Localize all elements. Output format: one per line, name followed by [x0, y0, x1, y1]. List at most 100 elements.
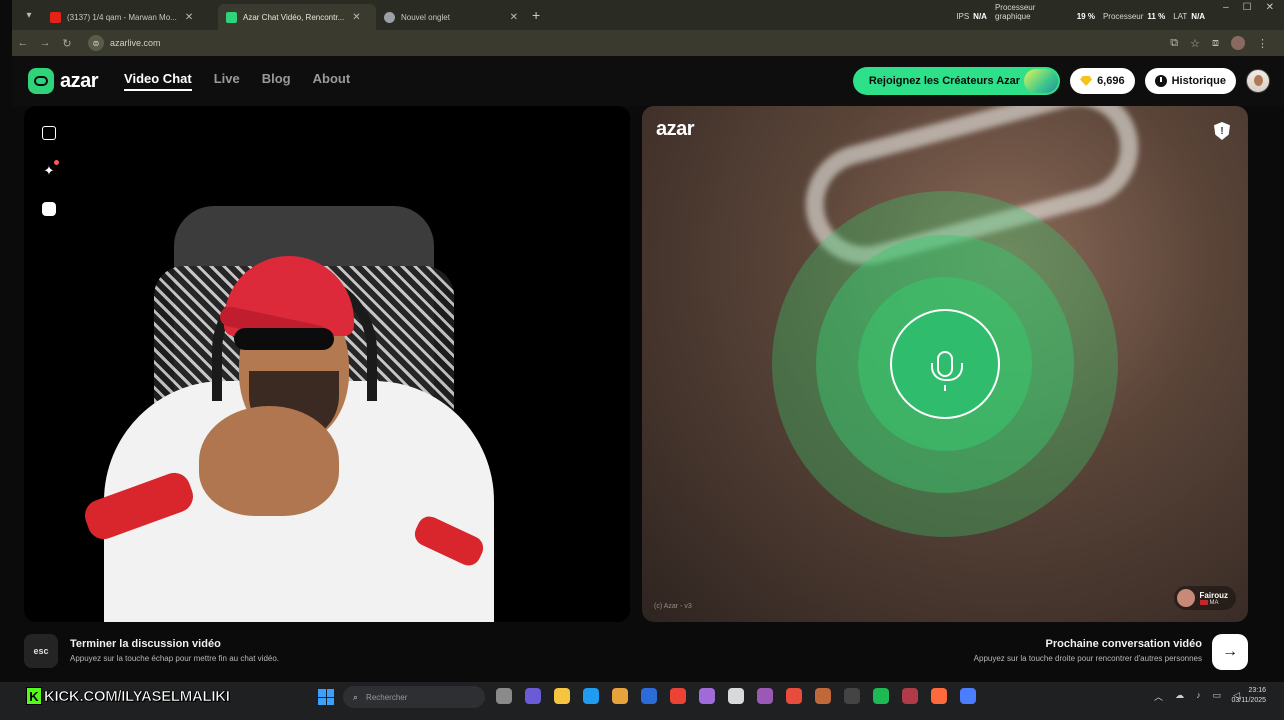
next-chat-button[interactable]: → [1212, 634, 1248, 670]
esc-key-button[interactable]: esc [24, 634, 58, 668]
report-shield-icon[interactable]: ! [1214, 122, 1230, 140]
header-actions: Rejoignez les Créateurs Azar 6,696 Histo… [852, 67, 1270, 95]
nav-live[interactable]: Live [214, 71, 240, 91]
windows-taskbar: K KICK.COM/ILYASELMALIKI ⌕ Rechercher ︿ … [0, 682, 1284, 720]
partner-country: MA [1209, 599, 1219, 606]
taskbar-app-icon[interactable] [757, 688, 773, 704]
taskbar-app-icon[interactable] [612, 688, 628, 704]
taskbar-app-icon[interactable] [815, 688, 831, 704]
main-nav: Video Chat Live Blog About [124, 71, 350, 91]
taskbar-app-icon[interactable] [641, 688, 657, 704]
notification-dot [54, 160, 59, 165]
nav-video-chat[interactable]: Video Chat [124, 71, 192, 91]
history-button[interactable]: Historique [1144, 68, 1236, 94]
microphone-button[interactable] [890, 309, 1000, 419]
user-avatar[interactable] [1246, 69, 1270, 93]
menu-icon[interactable]: ⋮ [1257, 37, 1268, 50]
taskbar-app-icon[interactable] [873, 688, 889, 704]
ips-label: IPS [956, 12, 970, 21]
taskbar-app-icon[interactable] [554, 688, 570, 704]
gpu-value: 19 % [1076, 12, 1095, 21]
taskbar-app-icon[interactable] [728, 688, 744, 704]
taskbar-app-icon[interactable] [844, 688, 860, 704]
address-bar[interactable]: ⊜ azarlive.com [84, 33, 1124, 53]
taskbar-app-icon[interactable] [960, 688, 976, 704]
microphone-icon [931, 351, 963, 391]
close-window-icon[interactable]: ✕ [1266, 2, 1274, 13]
filter-icon [42, 126, 56, 140]
effects-button[interactable]: ✦ [40, 160, 59, 180]
partner-name: Fairouz [1199, 590, 1228, 600]
end-chat-title: Terminer la discussion vidéo [70, 638, 221, 650]
lat-label: LAT [1173, 12, 1188, 21]
my-video-panel: ✦ [24, 106, 630, 622]
cast-icon[interactable]: ⧉ [1170, 37, 1178, 50]
azar-logo-icon [28, 68, 54, 94]
tab-new[interactable]: Nouvel onglet ✕ [376, 4, 526, 30]
next-chat-description: Appuyez sur la touche droite pour rencon… [973, 654, 1202, 663]
cpu-label: Processeur [1102, 12, 1144, 21]
network-icon[interactable]: ▭ [1213, 690, 1222, 703]
clock-icon [1154, 75, 1167, 87]
youtube-icon [50, 11, 61, 23]
taskbar-app-icon[interactable] [496, 688, 512, 704]
hands-image [199, 406, 339, 516]
next-chat-title: Prochaine conversation vidéo [1045, 638, 1203, 650]
join-creators-button[interactable]: Rejoignez les Créateurs Azar [852, 67, 1061, 95]
partner-info[interactable]: Fairouz MA [1173, 586, 1236, 610]
clock-time: 23:16 [1248, 687, 1266, 694]
site-info-icon[interactable]: ⊜ [88, 35, 104, 51]
taskbar-app-icon[interactable] [786, 688, 802, 704]
mic-tray-icon[interactable]: ♪ [1196, 690, 1201, 703]
azar-logo[interactable]: azar [28, 68, 99, 94]
search-placeholder: Rechercher [366, 692, 408, 702]
close-icon[interactable]: ✕ [352, 12, 360, 23]
partner-video-panel: azar ! (c) Azar - v3 Fairouz MA [642, 106, 1248, 622]
cloud-icon[interactable]: ☁ [1175, 690, 1184, 703]
gems-button[interactable]: 6,696 [1070, 68, 1135, 94]
gpu-label: Processeur graphique [994, 2, 1036, 21]
taskbar-app-icon[interactable] [931, 688, 947, 704]
forward-icon[interactable]: → [34, 37, 56, 49]
back-icon[interactable]: ← [12, 37, 34, 49]
toolbar-actions: ⧉ ☆ ⧈ ⋮ [1170, 36, 1268, 50]
minimize-icon[interactable]: – [1223, 2, 1229, 13]
bookmark-star-icon[interactable]: ☆ [1190, 37, 1200, 50]
shortcut-hints: esc Terminer la discussion vidéo Appuyez… [12, 622, 1284, 682]
tab-azar[interactable]: Azar Chat Vidéo, Rencontr... ✕ [218, 4, 376, 30]
clock-date: 03/11/2025 [1231, 697, 1266, 704]
filter-button[interactable] [40, 124, 58, 142]
nav-about[interactable]: About [313, 71, 351, 91]
cpu-value: 11 % [1147, 12, 1166, 21]
profile-avatar[interactable] [1231, 36, 1245, 50]
browser-tabstrip: ▾ (3137) 1/4 qam - Marwan Mo... ✕ Azar C… [12, 0, 1284, 30]
partner-avatar [1176, 589, 1195, 607]
tab-title: (3137) 1/4 qam - Marwan Mo... [67, 12, 177, 22]
sticker-button[interactable] [40, 200, 58, 218]
taskbar-app-icon[interactable] [902, 688, 918, 704]
close-icon[interactable]: ✕ [510, 12, 518, 23]
new-tab-button[interactable]: + [532, 7, 540, 23]
nav-blog[interactable]: Blog [262, 71, 291, 91]
morocco-flag-icon [1199, 600, 1208, 605]
windows-start-icon[interactable] [318, 689, 334, 705]
reload-icon[interactable]: ↻ [56, 37, 78, 50]
extensions-icon[interactable]: ⧈ [1212, 37, 1219, 50]
tab-youtube[interactable]: (3137) 1/4 qam - Marwan Mo... ✕ [42, 4, 218, 30]
taskbar-clock[interactable]: 23:16 03/11/2025 [1231, 686, 1266, 706]
chevron-up-icon[interactable]: ︿ [1154, 690, 1163, 703]
maximize-icon[interactable]: ☐ [1243, 2, 1252, 13]
taskbar-app-icon[interactable] [525, 688, 541, 704]
azar-favicon-icon [226, 11, 237, 23]
tab-title: Nouvel onglet [401, 12, 450, 22]
gem-icon [1080, 76, 1093, 86]
taskbar-app-icon[interactable] [583, 688, 599, 704]
logo-text: azar [60, 69, 99, 92]
ips-value: N/A [973, 12, 987, 21]
kick-logo-icon: K [26, 687, 42, 705]
close-icon[interactable]: ✕ [185, 12, 193, 23]
taskbar-app-icon[interactable] [699, 688, 715, 704]
taskbar-search[interactable]: ⌕ Rechercher [343, 686, 485, 708]
tab-search-button[interactable]: ▾ [16, 4, 42, 26]
taskbar-app-icon[interactable] [670, 688, 686, 704]
